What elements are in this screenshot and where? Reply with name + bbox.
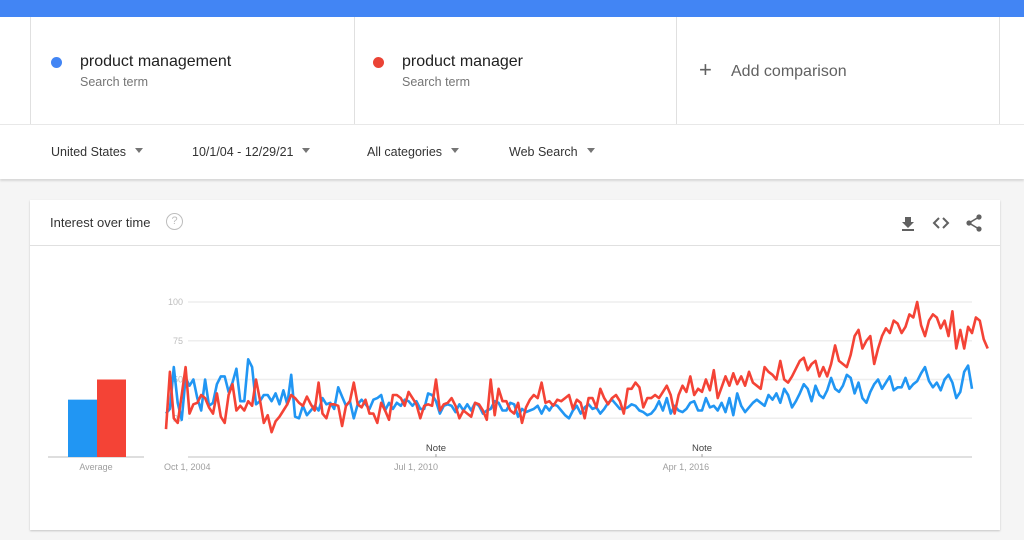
- caret-down-icon: [302, 148, 311, 154]
- embed-icon[interactable]: [931, 213, 951, 233]
- search-term-card-1[interactable]: product management Search term: [30, 17, 354, 124]
- average-bar-chart: Average: [48, 379, 144, 472]
- interest-over-time-card: Interest over time ? Average 25 50 75 100 O…: [30, 200, 1000, 530]
- term-name[interactable]: product management: [80, 53, 231, 71]
- filter-label: United States: [51, 145, 127, 159]
- filter-search-type-dropdown[interactable]: Web Search: [509, 145, 595, 159]
- filter-category-dropdown[interactable]: All categories: [367, 145, 460, 159]
- term-color-dot: [373, 57, 384, 68]
- x-axis-ticks: Oct 1, 2004 Jul 1, 2010 Apr 1, 2016: [164, 462, 709, 472]
- x-tick-label: Oct 1, 2004: [164, 462, 211, 472]
- x-tick-label: Apr 1, 2016: [663, 462, 710, 472]
- caret-down-icon: [135, 148, 144, 154]
- search-term-card-2[interactable]: product manager Search term: [354, 17, 676, 124]
- series-line-product-manager[interactable]: [164, 300, 989, 434]
- average-bar: [97, 379, 126, 457]
- chart-gridlines: [188, 301, 972, 458]
- note-annotation: Note: [426, 443, 446, 454]
- download-icon[interactable]: [898, 213, 918, 233]
- filter-bar: United States 10/1/04 - 12/29/21 All cat…: [0, 124, 1024, 179]
- caret-down-icon: [451, 148, 460, 154]
- top-app-bar: [0, 0, 1024, 17]
- y-tick-label: 100: [168, 297, 183, 307]
- average-bar: [68, 399, 97, 457]
- term-subtitle: Search term: [402, 75, 471, 89]
- filter-label: All categories: [367, 145, 443, 159]
- help-icon[interactable]: ?: [166, 213, 183, 230]
- y-tick-label: 75: [173, 336, 183, 346]
- filter-label: 10/1/04 - 12/29/21: [192, 145, 294, 159]
- interest-chart: Average 255075100 Oct 1, 2004 Jul 1, 2010…: [48, 297, 989, 472]
- share-icon[interactable]: [964, 213, 984, 233]
- term-name[interactable]: product manager: [402, 53, 523, 71]
- series-line-product-management[interactable]: [164, 358, 974, 422]
- filter-date-range-dropdown[interactable]: 10/1/04 - 12/29/21: [192, 145, 311, 159]
- caret-down-icon: [586, 148, 595, 154]
- average-label: Average: [79, 462, 112, 472]
- term-color-dot: [51, 57, 62, 68]
- card-header: Interest over time ?: [30, 200, 1000, 246]
- plus-icon: +: [699, 57, 712, 82]
- add-comparison-button[interactable]: + Add comparison: [676, 17, 1000, 124]
- card-title: Interest over time: [50, 215, 151, 230]
- search-terms-row: product management Search term product m…: [0, 17, 1024, 124]
- term-subtitle: Search term: [80, 75, 149, 89]
- chart-annotations: Note Note: [426, 443, 712, 457]
- filter-label: Web Search: [509, 145, 578, 159]
- note-annotation: Note: [692, 443, 712, 454]
- filter-region-dropdown[interactable]: United States: [51, 145, 144, 159]
- chart-series-lines[interactable]: [164, 300, 989, 434]
- add-comparison-label: Add comparison: [731, 63, 847, 80]
- x-tick-label: Jul 1, 2010: [394, 462, 438, 472]
